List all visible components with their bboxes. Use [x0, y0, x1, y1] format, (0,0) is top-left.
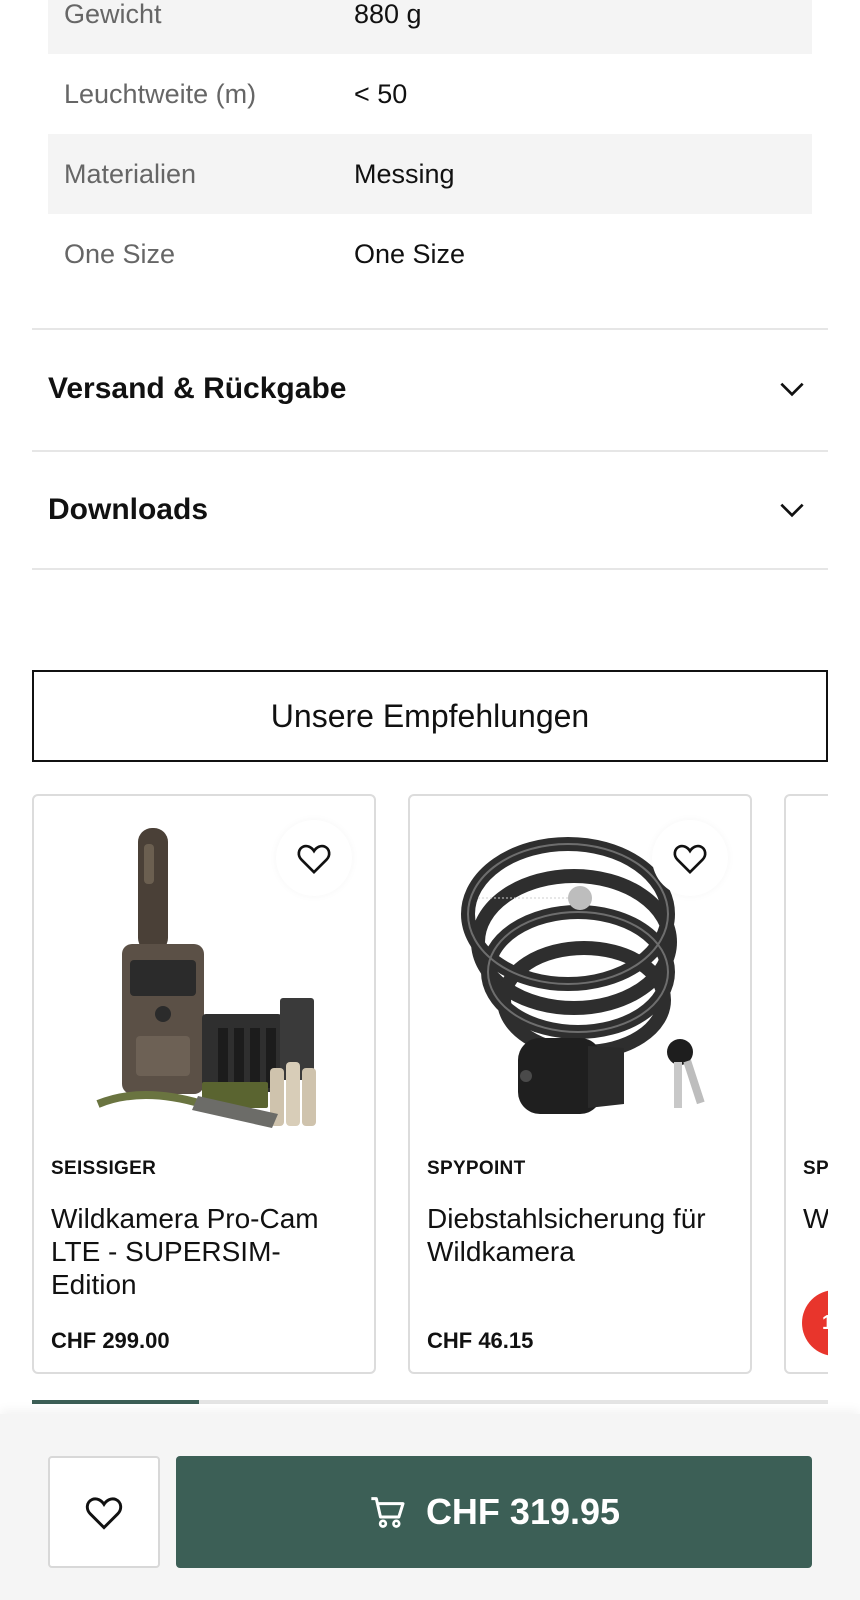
product-carousel[interactable]: SEISSIGER Wildkamera Pro-Cam LTE - SUPER…: [32, 794, 828, 1374]
sticky-purchase-bar: CHF 319.95: [0, 1414, 860, 1600]
spec-row: Leuchtweite (m) < 50: [48, 54, 812, 134]
accordion-title: Downloads: [48, 493, 209, 526]
spec-table: Gewicht 880 g Leuchtweite (m) < 50 Mater…: [48, 0, 812, 294]
accordion-shipping-returns[interactable]: Versand & Rückgabe: [32, 328, 828, 448]
product-card[interactable]: SP W 1: [784, 794, 828, 1374]
wishlist-button[interactable]: [652, 820, 728, 896]
wishlist-button[interactable]: [276, 820, 352, 896]
recommendations-title: Unsere Empfehlungen: [270, 697, 590, 734]
chevron-down-icon: [780, 382, 804, 397]
recommendations-header: Unsere Empfehlungen: [32, 670, 828, 762]
spec-key: Leuchtweite (m): [64, 78, 257, 109]
accordion-title: Versand & Rückgabe: [48, 372, 347, 405]
cart-price: CHF 319.95: [425, 1491, 621, 1532]
product-price: CHF 46.15: [427, 1328, 534, 1353]
spec-row: One Size One Size: [48, 214, 812, 294]
heart-icon: [297, 844, 331, 875]
carousel-progress-track: [32, 1400, 828, 1404]
add-to-wishlist-button[interactable]: [48, 1456, 160, 1568]
spec-value: Messing: [354, 158, 455, 189]
spec-key: Gewicht: [64, 0, 162, 29]
discount-badge: 1: [802, 1290, 828, 1356]
spec-key: Materialien: [64, 158, 197, 189]
spec-value: One Size: [354, 238, 466, 269]
spec-row: Materialien Messing: [48, 134, 812, 214]
product-price: CHF 299.00: [51, 1328, 170, 1353]
carousel-progress-fill: [32, 1400, 200, 1404]
product-brand: SPYPOINT: [427, 1158, 526, 1179]
spec-key: One Size: [64, 238, 176, 269]
product-name[interactable]: Diebstahlsicherung für Wildkamera: [427, 1202, 737, 1268]
spec-value: 880 g: [354, 0, 422, 29]
cart-icon: [371, 1497, 405, 1528]
product-name[interactable]: W: [803, 1202, 828, 1235]
product-name[interactable]: Wildkamera Pro-Cam LTE - SUPERSIM-Editio…: [51, 1202, 361, 1301]
product-card[interactable]: SEISSIGER Wildkamera Pro-Cam LTE - SUPER…: [32, 794, 376, 1374]
heart-icon: [85, 1497, 123, 1530]
accordion-downloads[interactable]: Downloads: [32, 450, 828, 570]
spec-row: Gewicht 880 g: [48, 0, 812, 54]
chevron-down-icon: [780, 503, 804, 518]
product-brand: SP: [803, 1158, 828, 1179]
product-card[interactable]: SPYPOINT Diebstahlsicherung für Wildkame…: [408, 794, 752, 1374]
add-to-cart-button[interactable]: CHF 319.95: [176, 1456, 812, 1568]
spec-value: < 50: [354, 78, 408, 109]
heart-icon: [673, 844, 707, 875]
product-brand: SEISSIGER: [51, 1158, 157, 1179]
